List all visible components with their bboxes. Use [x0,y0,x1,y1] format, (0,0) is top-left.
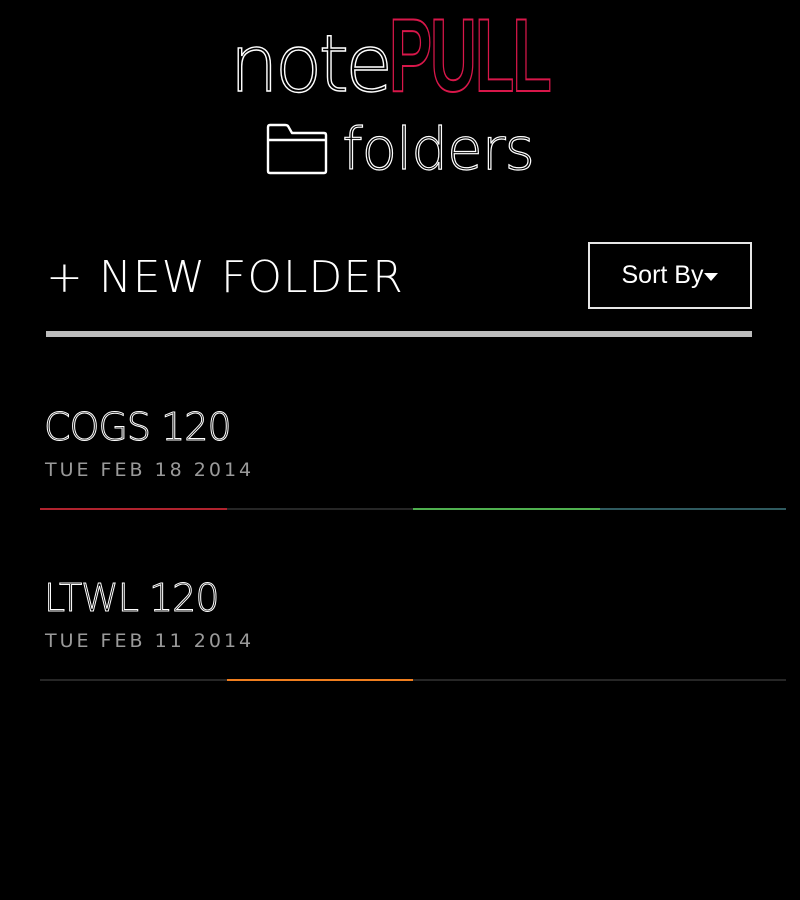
sort-by-button[interactable]: Sort By [588,242,752,309]
tag-segment [40,508,227,510]
folder-date: TUE FEB 11 2014 [45,630,255,652]
folder-list-item[interactable]: LTWL 120 TUE FEB 11 2014 [40,571,786,686]
tag-segment [226,508,413,510]
folder-list-item[interactable]: COGS 120 TUE FEB 18 2014 [40,400,786,515]
tag-segment [413,508,600,510]
tag-segment [413,679,600,681]
sort-by-label: Sort By [621,261,704,289]
logo-pull-text: PULL [388,0,552,114]
new-folder-button[interactable]: + NEW FOLDER [46,250,404,306]
folder-tag-bar [40,508,786,510]
folder-date: TUE FEB 18 2014 [45,459,255,481]
folder-name: COGS 120 [44,405,233,450]
folder-tag-bar [40,679,786,681]
tag-segment [599,508,786,510]
toolbar-divider [46,331,752,337]
page-title: folders [0,119,800,184]
tag-segment [599,679,786,681]
tag-segment [40,679,227,681]
logo-note-text: note [229,20,394,110]
folder-name: LTWL 120 [44,576,221,621]
tag-segment [226,679,413,681]
app-logo: notePULL [0,0,800,114]
page-title-text: folders [342,115,536,183]
folder-icon [266,123,328,175]
chevron-down-icon [704,272,719,281]
